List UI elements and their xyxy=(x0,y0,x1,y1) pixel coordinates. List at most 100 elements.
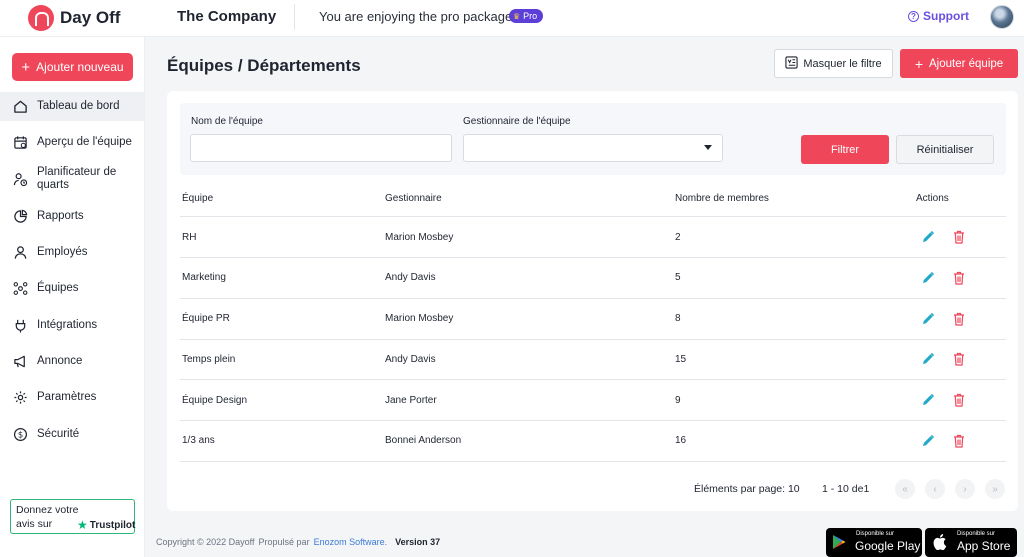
cell-members: 5 xyxy=(675,272,681,283)
delete-icon[interactable] xyxy=(953,271,965,285)
hide-filter-button[interactable]: Masquer le filtre xyxy=(774,49,893,78)
sidebar-item-label: Tableau de bord xyxy=(37,100,120,112)
cell-team: 1/3 ans xyxy=(182,435,215,446)
sidebar-item-reports[interactable]: Rapports xyxy=(0,207,145,225)
edit-icon[interactable] xyxy=(921,312,935,326)
top-bar: Day Off The Company You are enjoying the… xyxy=(0,0,1024,37)
user-avatar[interactable] xyxy=(990,5,1014,29)
cell-team: Marketing xyxy=(182,272,226,283)
cell-members: 16 xyxy=(675,435,687,446)
last-page-button[interactable]: » xyxy=(985,479,1005,499)
manager-label: Gestionnaire de l'équipe xyxy=(463,116,571,127)
team-icon xyxy=(12,280,28,296)
delete-icon[interactable] xyxy=(953,312,965,326)
sidebar-item-settings[interactable]: Paramètres xyxy=(0,388,145,406)
cell-members: 9 xyxy=(675,395,681,406)
sidebar-item-label: Planificateur de quarts xyxy=(37,166,117,191)
home-icon xyxy=(12,99,28,115)
row-divider xyxy=(180,461,1006,462)
edit-icon[interactable] xyxy=(921,230,935,244)
cell-manager: Marion Mosbey xyxy=(385,313,454,324)
google-play-small: Disponible sur xyxy=(856,531,895,537)
edit-icon[interactable] xyxy=(921,352,935,366)
trustpilot-line1: Donnez votre xyxy=(16,504,79,516)
sidebar-item-dashboard[interactable]: Tableau de bord xyxy=(0,92,145,121)
add-new-button[interactable]: + Ajouter nouveau xyxy=(12,53,133,81)
cell-members: 2 xyxy=(675,232,681,243)
delete-icon[interactable] xyxy=(953,393,965,407)
gear-icon xyxy=(12,389,28,405)
star-icon: ★ xyxy=(77,518,88,532)
pro-badge: ♛ Pro xyxy=(509,9,544,23)
svg-text:$: $ xyxy=(17,429,22,439)
team-name-input[interactable] xyxy=(190,134,452,162)
column-header-manager[interactable]: Gestionnaire xyxy=(385,193,442,204)
sidebar: + Ajouter nouveau Tableau de bord Aperçu… xyxy=(0,37,145,557)
plus-icon: + xyxy=(21,58,31,76)
add-team-label: Ajouter équipe xyxy=(929,57,1004,70)
cell-manager: Marion Mosbey xyxy=(385,232,454,243)
hide-filter-label: Masquer le filtre xyxy=(803,57,882,70)
crown-icon: ♛ xyxy=(513,11,521,21)
page-title: Équipes / Départements xyxy=(167,56,361,75)
google-play-icon xyxy=(833,535,846,549)
enozom-link[interactable]: Enozom Software. xyxy=(314,537,388,547)
sidebar-item-label: Équipes xyxy=(37,281,79,294)
manager-select[interactable] xyxy=(463,134,723,162)
delete-icon[interactable] xyxy=(953,434,965,448)
support-label: Support xyxy=(923,9,969,23)
app-store-small: Disponible sur xyxy=(957,531,996,537)
previous-page-button[interactable]: ‹ xyxy=(925,479,945,499)
table-divider xyxy=(180,216,1006,217)
filter-button[interactable]: Filtrer xyxy=(801,135,889,164)
company-name: The Company xyxy=(177,8,277,25)
user-icon xyxy=(12,244,28,260)
sidebar-item-label: Aperçu de l'équipe xyxy=(37,135,132,148)
column-header-team[interactable]: Équipe xyxy=(182,193,213,204)
app-store-badge[interactable]: Disponible sur App Store xyxy=(925,528,1017,557)
sidebar-item-security[interactable]: $ Sécurité xyxy=(0,425,145,443)
cell-manager: Bonnei Anderson xyxy=(385,435,462,446)
items-per-page[interactable]: Éléments par page: 10 xyxy=(694,483,800,495)
app-logo[interactable]: Day Off xyxy=(28,5,120,31)
support-link[interactable]: ? Support xyxy=(908,9,969,23)
copyright: Copyright © 2022 Dayoff xyxy=(156,537,255,547)
row-divider xyxy=(180,339,1006,340)
add-team-button[interactable]: + Ajouter équipe xyxy=(900,49,1018,78)
sidebar-item-integrations[interactable]: Intégrations xyxy=(0,316,145,334)
sidebar-item-shift-planner[interactable]: Planificateur de quarts xyxy=(0,165,145,193)
edit-icon[interactable] xyxy=(921,271,935,285)
edit-icon[interactable] xyxy=(921,393,935,407)
trustpilot-review-box[interactable]: Donnez votre avis sur ★ Trustpilot xyxy=(10,499,135,534)
delete-icon[interactable] xyxy=(953,352,965,366)
filter-toggle-icon xyxy=(785,55,798,72)
pro-package-message: You are enjoying the pro package xyxy=(319,9,513,24)
edit-icon[interactable] xyxy=(921,434,935,448)
apple-icon xyxy=(933,534,947,550)
sidebar-item-teams[interactable]: Équipes xyxy=(0,279,145,297)
sidebar-item-label: Rapports xyxy=(37,209,84,222)
row-divider xyxy=(180,257,1006,258)
sidebar-item-label: Paramètres xyxy=(37,390,97,403)
row-divider xyxy=(180,420,1006,421)
cell-team: Temps plein xyxy=(182,354,236,365)
sidebar-item-announcement[interactable]: Annonce xyxy=(0,352,145,370)
next-page-button[interactable]: › xyxy=(955,479,975,499)
cell-manager: Jane Porter xyxy=(385,395,437,406)
sidebar-item-employees[interactable]: Employés xyxy=(0,243,145,261)
pie-chart-icon xyxy=(12,208,28,224)
google-play-badge[interactable]: Disponible sur Google Play xyxy=(826,528,922,557)
sidebar-item-team-overview[interactable]: Aperçu de l'équipe xyxy=(0,133,145,151)
trustpilot-line2: avis sur xyxy=(16,518,53,530)
reset-button[interactable]: Réinitialiser xyxy=(896,135,994,164)
column-header-members[interactable]: Nombre de membres xyxy=(675,193,769,204)
google-play-big: Google Play xyxy=(855,539,921,553)
logo-icon xyxy=(28,5,54,31)
cell-team: Équipe Design xyxy=(182,395,248,406)
first-page-button[interactable]: « xyxy=(895,479,915,499)
plug-icon xyxy=(12,317,28,333)
trustpilot-brand: ★ Trustpilot xyxy=(77,518,135,532)
cell-manager: Andy Davis xyxy=(385,354,436,365)
column-header-actions: Actions xyxy=(916,193,949,204)
delete-icon[interactable] xyxy=(953,230,965,244)
